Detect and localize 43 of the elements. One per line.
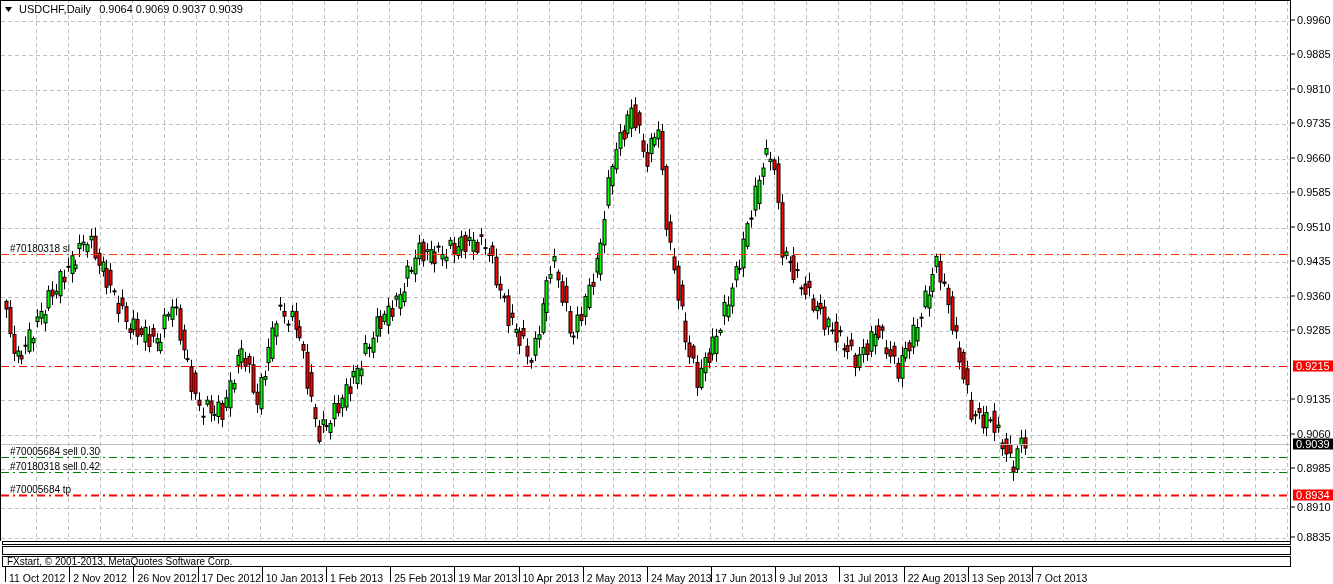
date-label: 17 Dec 2012 bbox=[197, 567, 262, 582]
date-label: 10 Apr 2013 bbox=[518, 567, 583, 582]
price-label: 0.9510 bbox=[1297, 221, 1331, 233]
price-label: 0.8910 bbox=[1297, 501, 1331, 513]
price-label: 0.9435 bbox=[1297, 255, 1331, 267]
date-label: 2 May 2013 bbox=[582, 567, 647, 582]
price-label: 0.9585 bbox=[1297, 186, 1331, 198]
price-label: 0.9285 bbox=[1297, 324, 1331, 336]
date-label: 11 Oct 2012 bbox=[5, 567, 70, 582]
date-label: 9 Jul 2013 bbox=[775, 567, 840, 582]
date-label: 26 Nov 2012 bbox=[133, 567, 198, 582]
order-label: #70180318 sl bbox=[10, 242, 71, 254]
price-label: 0.9960 bbox=[1297, 14, 1331, 26]
price-label: 0.9060 bbox=[1297, 428, 1331, 440]
price-label: 0.9735 bbox=[1297, 117, 1331, 129]
date-label: 17 Jun 2013 bbox=[711, 567, 776, 582]
date-label: 13 Sep 2013 bbox=[967, 567, 1032, 582]
copyright-text: FXstart, © 2001-2013, MetaQuotes Software Corp. bbox=[7, 556, 233, 567]
order-label: #70005684 sell 0.30 bbox=[10, 445, 101, 457]
ohlc-values: 0.9064 0.9069 0.9037 0.9039 bbox=[99, 3, 243, 15]
price-label: 0.8835 bbox=[1297, 531, 1331, 543]
price-tag: 0.9215 bbox=[1293, 360, 1333, 371]
price-tag: 0.9039 bbox=[1293, 438, 1333, 449]
date-label: 31 Jul 2013 bbox=[839, 567, 904, 582]
price-label: 0.9885 bbox=[1297, 48, 1331, 60]
order-label: #70180318 sell 0.42 bbox=[10, 460, 101, 472]
date-label: 22 Aug 2013 bbox=[903, 567, 968, 582]
price-label: 0.9810 bbox=[1297, 83, 1331, 95]
dropdown-icon[interactable] bbox=[5, 6, 12, 12]
order-label: #70005684 tp bbox=[10, 483, 72, 495]
symbol-title: USDCHF,Daily bbox=[19, 3, 92, 15]
date-label: 24 May 2013 bbox=[646, 567, 712, 582]
price-label: 0.9360 bbox=[1297, 290, 1331, 302]
price-tag: 0.8934 bbox=[1293, 489, 1333, 500]
price-label: 0.8985 bbox=[1297, 462, 1331, 474]
date-label: 10 Jan 2013 bbox=[261, 567, 326, 582]
price-label: 0.9660 bbox=[1297, 152, 1331, 164]
date-label: 19 Mar 2013 bbox=[454, 567, 519, 582]
date-label: 1 Feb 2013 bbox=[325, 567, 391, 582]
price-label: 0.9135 bbox=[1297, 393, 1331, 405]
date-label: 2 Nov 2012 bbox=[69, 567, 134, 582]
date-label: 7 Oct 2013 bbox=[1032, 567, 1097, 582]
date-label: 25 Feb 2013 bbox=[390, 567, 455, 582]
